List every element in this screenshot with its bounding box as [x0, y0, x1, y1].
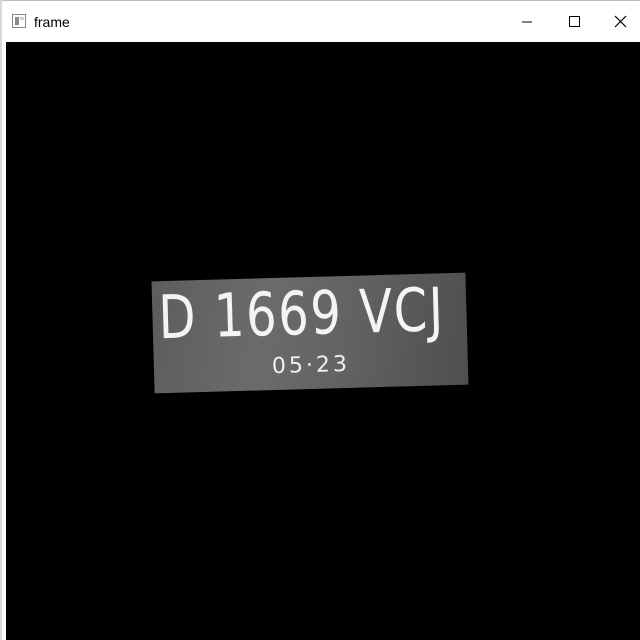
- app-icon[interactable]: [12, 14, 26, 28]
- close-button[interactable]: [597, 1, 640, 43]
- maximize-icon: [569, 16, 580, 27]
- license-plate: D 1669 VCJ 05·23: [151, 272, 469, 394]
- window-title: frame: [34, 14, 70, 30]
- title-bar[interactable]: frame: [2, 0, 640, 42]
- image-viewport: D 1669 VCJ 05·23: [6, 42, 640, 640]
- plate-expiry: 05·23: [271, 351, 351, 380]
- maximize-button[interactable]: [551, 1, 597, 43]
- minimize-button[interactable]: [504, 1, 550, 43]
- app-window: frame D 1669 VCJ 05·23: [0, 0, 640, 640]
- plate-number: D 1669 VCJ: [157, 275, 446, 354]
- minimize-icon: [522, 21, 532, 23]
- close-icon: [614, 15, 627, 28]
